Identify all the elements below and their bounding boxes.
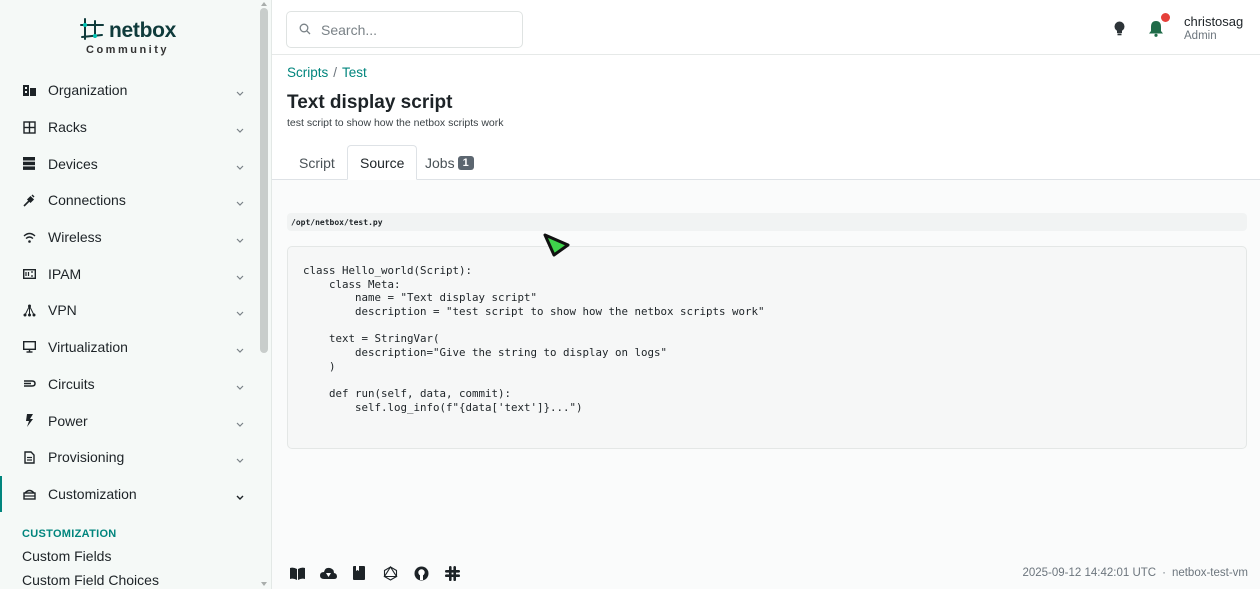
tab-jobs[interactable]: Jobs 1	[413, 145, 486, 180]
sidebar-item-circuits[interactable]: Circuits	[0, 366, 271, 403]
sidebar-item-organization[interactable]: Organization	[0, 72, 271, 109]
footer-info: 2025-09-12 14:42:01 UTC · netbox-test-vm	[272, 567, 1260, 579]
source-code: class Hello_world(Script): class Meta: n…	[303, 264, 765, 414]
brand-subtitle: Community	[86, 43, 169, 56]
sidebar-scrollbar[interactable]	[260, 8, 268, 353]
netbox-logo-icon	[79, 17, 105, 46]
sidebar-item-virtualization[interactable]: Virtualization	[0, 329, 271, 366]
submenu-item-custom-fields[interactable]: Custom Fields	[0, 544, 271, 568]
submenu-item-custom-field-choices[interactable]: Custom Field Choices	[0, 568, 271, 589]
chevron-down-icon	[235, 379, 245, 390]
sidebar-item-power[interactable]: Power	[0, 402, 271, 439]
user-menu[interactable]: christosag Admin	[1184, 14, 1243, 42]
sidebar-item-label: Virtualization	[48, 339, 128, 356]
monitor-icon	[22, 340, 36, 354]
cursor-icon	[543, 233, 571, 264]
breadcrumb: Scripts / Test	[287, 65, 367, 80]
sidebar-item-label: VPN	[48, 302, 77, 319]
sidebar-item-devices[interactable]: Devices	[0, 145, 271, 182]
sidebar-item-label: Connections	[48, 192, 126, 209]
breadcrumb-link-test[interactable]: Test	[342, 65, 367, 80]
tab-script[interactable]: Script	[287, 145, 347, 180]
building-icon	[22, 83, 36, 97]
network-icon	[22, 303, 36, 317]
wifi-icon	[22, 230, 36, 244]
palette-icon	[22, 487, 36, 501]
footer-timestamp: 2025-09-12 14:42:01 UTC	[1022, 567, 1157, 579]
code-block: class Hello_world(Script): class Meta: n…	[287, 246, 1247, 449]
sidebar-item-label: Power	[48, 412, 88, 429]
sidebar-item-vpn[interactable]: VPN	[0, 292, 271, 329]
chevron-down-icon	[235, 489, 245, 500]
tab-bar: Script Source Jobs 1	[272, 145, 1260, 180]
plug-icon	[22, 193, 36, 207]
breadcrumb-link-scripts[interactable]: Scripts	[287, 65, 328, 80]
chevron-down-icon	[235, 85, 245, 97]
chevron-down-icon	[235, 452, 245, 464]
transit-icon	[22, 377, 36, 391]
notification-dot	[1161, 13, 1170, 22]
sidebar-item-connections[interactable]: Connections	[0, 182, 271, 219]
sidebar: netbox Community Organization Racks Devi…	[0, 0, 272, 589]
sidebar-item-label: Racks	[48, 119, 87, 136]
bell-icon[interactable]	[1148, 20, 1164, 42]
user-role: Admin	[1184, 30, 1217, 42]
flash-icon	[22, 414, 36, 428]
sidebar-item-racks[interactable]: Racks	[0, 109, 271, 146]
submenu-header: CUSTOMIZATION	[22, 528, 117, 541]
sidebar-item-provisioning[interactable]: Provisioning	[0, 439, 271, 476]
sidebar-nav: Organization Racks Devices Connections W…	[0, 72, 271, 513]
user-name: christosag	[1184, 14, 1244, 29]
brand-logo[interactable]: netbox Community	[0, 0, 271, 72]
rack-icon	[22, 120, 36, 134]
footer-hostname: netbox-test-vm	[1171, 567, 1248, 579]
footer-separator: ·	[1162, 567, 1166, 579]
search-input[interactable]: Search...	[286, 11, 523, 48]
file-document-icon	[22, 450, 36, 464]
tab-source[interactable]: Source	[347, 145, 418, 180]
sidebar-item-label: IPAM	[48, 265, 82, 282]
sidebar-item-label: Customization	[48, 485, 137, 502]
chevron-down-icon	[235, 416, 245, 427]
scroll-down-arrow[interactable]	[261, 582, 267, 586]
main-content: Scripts / Test Text display script test sc…	[272, 56, 1260, 589]
tab-label: Script	[299, 154, 335, 171]
server-icon	[22, 157, 36, 171]
sidebar-item-label: Devices	[48, 155, 98, 172]
lightbulb-icon[interactable]	[1114, 21, 1125, 41]
sidebar-item-ipam[interactable]: IPAM	[0, 255, 271, 292]
page-description: test script to show how the netbox scrip…	[287, 117, 504, 129]
tab-label: Source	[360, 154, 405, 171]
chevron-down-icon	[235, 159, 245, 170]
file-path: /opt/netbox/test.py	[287, 213, 1247, 231]
chevron-down-icon	[235, 269, 245, 280]
sidebar-item-label: Provisioning	[48, 449, 125, 466]
sidebar-item-label: Wireless	[48, 229, 102, 246]
chevron-down-icon	[235, 232, 245, 243]
page-title: Text display script	[287, 92, 453, 113]
chevron-down-icon	[235, 305, 245, 317]
sidebar-item-customization[interactable]: Customization	[0, 475, 271, 513]
sidebar-item-label: Circuits	[48, 375, 95, 392]
top-bar: Search... christosag Admin	[272, 0, 1260, 55]
chevron-down-icon	[235, 342, 245, 354]
jobs-count-badge: 1	[457, 155, 474, 170]
search-icon	[299, 22, 311, 38]
brand-name: netbox	[108, 19, 177, 42]
search-placeholder: Search...	[321, 21, 378, 38]
chevron-down-icon	[235, 195, 245, 207]
tab-label: Jobs	[425, 154, 455, 171]
sidebar-item-wireless[interactable]: Wireless	[0, 219, 271, 256]
breadcrumb-separator: /	[333, 65, 338, 80]
chevron-down-icon	[235, 122, 245, 133]
scroll-up-arrow[interactable]	[261, 2, 267, 6]
sidebar-item-label: Organization	[48, 82, 128, 99]
counter-icon	[22, 267, 36, 281]
